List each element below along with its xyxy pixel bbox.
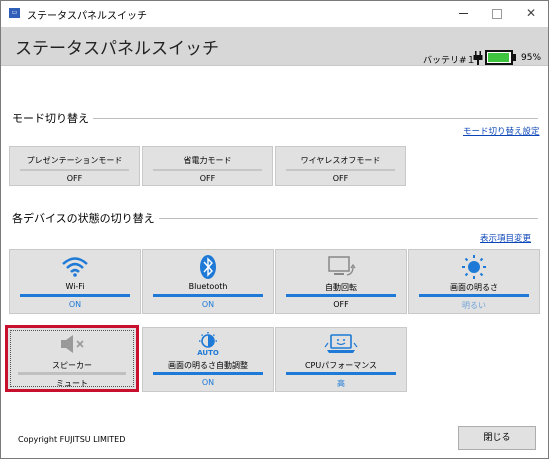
tile-status-bar bbox=[286, 294, 396, 297]
title-bar[interactable]: ▭ ステータスパネルスイッチ ✕ bbox=[1, 1, 548, 27]
power-saving-mode-button[interactable]: 省電力モード OFF bbox=[142, 146, 273, 186]
tile-label: CPUパフォーマンス bbox=[304, 361, 378, 370]
mode-status-bar bbox=[153, 169, 262, 171]
tile-value: ミュート bbox=[56, 379, 88, 388]
app-window: ▭ ステータスパネルスイッチ ✕ ステータスパネルスイッチ バッテリ#１ 95%… bbox=[0, 0, 549, 459]
tile-value: ON bbox=[201, 378, 215, 387]
mode-button-value: OFF bbox=[199, 174, 216, 183]
tile-status-bar bbox=[153, 372, 263, 375]
cpu-performance-tile[interactable]: CPUパフォーマンス 高 bbox=[275, 327, 407, 392]
window-title: ステータスパネルスイッチ bbox=[27, 11, 147, 22]
mode-status-bar bbox=[20, 169, 129, 171]
battery-label: バッテリ#１ bbox=[423, 56, 476, 66]
page-title: ステータスパネルスイッチ bbox=[15, 39, 219, 59]
tile-value: 明るい bbox=[462, 301, 486, 310]
tile-value: OFF bbox=[333, 300, 349, 309]
copyright-text: Copyright FUJITSU LIMITED bbox=[18, 435, 126, 444]
wifi-tile[interactable]: Wi-Fi ON bbox=[9, 249, 141, 314]
tile-label: 画面の明るさ自動調整 bbox=[168, 361, 248, 370]
minimize-button[interactable] bbox=[446, 1, 480, 27]
mode-button-label: プレゼンテーションモード bbox=[26, 156, 123, 165]
tile-value: 高 bbox=[337, 379, 345, 388]
presentation-mode-button[interactable]: プレゼンテーションモード OFF bbox=[9, 146, 140, 186]
plug-icon bbox=[473, 51, 483, 65]
mode-button-value: OFF bbox=[66, 174, 83, 183]
minimize-icon bbox=[458, 13, 468, 14]
cpu-performance-icon bbox=[276, 332, 406, 356]
tile-status-bar bbox=[419, 294, 529, 297]
mode-button-value: OFF bbox=[332, 174, 349, 183]
tile-label: Wi-Fi bbox=[65, 282, 85, 291]
tile-status-bar bbox=[18, 372, 126, 375]
auto-brightness-tile[interactable]: AUTO 画面の明るさ自動調整 ON bbox=[142, 327, 274, 392]
battery-tip bbox=[513, 54, 516, 61]
mode-button-label: 省電力モード bbox=[183, 156, 232, 165]
maximize-icon bbox=[492, 8, 502, 19]
app-logo-icon: ▭ bbox=[9, 8, 20, 18]
battery-level-fill bbox=[488, 53, 509, 62]
wireless-off-mode-button[interactable]: ワイヤレスオフモード OFF bbox=[275, 146, 406, 186]
close-window-button[interactable]: ✕ bbox=[514, 1, 548, 27]
brightness-tile[interactable]: 画面の明るさ 明るい bbox=[408, 249, 540, 314]
speaker-tile[interactable]: スピーカー ミュート bbox=[5, 325, 139, 392]
mode-button-label: ワイヤレスオフモード bbox=[300, 156, 381, 165]
auto-rotate-tile[interactable]: 自動回転 OFF bbox=[275, 249, 407, 314]
mode-status-bar bbox=[286, 169, 395, 171]
speaker-mute-icon bbox=[8, 332, 136, 356]
tile-label: 画面の明るさ bbox=[450, 283, 498, 292]
tile-value: ON bbox=[68, 300, 82, 309]
close-icon: ✕ bbox=[525, 6, 537, 20]
mode-settings-link[interactable]: モード切り替え設定 bbox=[463, 125, 540, 137]
tile-label: スピーカー bbox=[52, 361, 92, 370]
tile-label: 自動回転 bbox=[325, 283, 357, 292]
tile-status-bar bbox=[20, 294, 130, 297]
auto-badge: AUTO bbox=[197, 349, 219, 357]
battery-icon bbox=[485, 50, 513, 65]
battery-percent: 95% bbox=[521, 53, 542, 63]
bluetooth-tile[interactable]: Bluetooth ON bbox=[142, 249, 274, 314]
tile-status-bar bbox=[286, 372, 396, 375]
mode-section-title: モード切り替え bbox=[12, 110, 93, 126]
bluetooth-icon bbox=[143, 254, 273, 279]
tile-value: ON bbox=[201, 300, 215, 309]
device-section-title: 各デバイスの状態の切り替え bbox=[12, 210, 159, 226]
tile-status-bar bbox=[153, 294, 263, 297]
tile-label: Bluetooth bbox=[188, 282, 228, 291]
maximize-button[interactable] bbox=[480, 1, 514, 27]
brightness-icon bbox=[409, 254, 539, 279]
close-button[interactable]: 閉じる bbox=[458, 426, 536, 450]
wifi-icon bbox=[10, 254, 140, 278]
display-items-link[interactable]: 表示項目変更 bbox=[480, 232, 531, 244]
rotate-icon bbox=[276, 254, 406, 278]
